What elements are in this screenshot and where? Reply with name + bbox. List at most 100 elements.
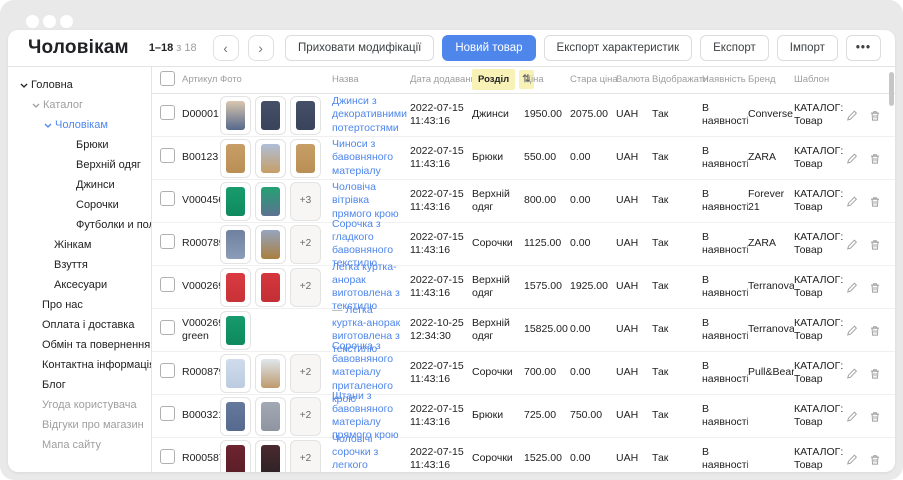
sidebar-item[interactable]: Верхній одяг [8, 155, 151, 175]
sidebar-item[interactable]: Головна [8, 75, 151, 95]
pagination-next-button[interactable]: › [248, 35, 274, 61]
product-photo[interactable] [220, 96, 251, 135]
column-header-section-sorted[interactable]: Розділ [472, 69, 515, 90]
product-photo[interactable] [255, 440, 286, 473]
visible-cell: Так [652, 194, 702, 207]
product-photo[interactable] [255, 96, 286, 135]
delete-icon[interactable] [869, 453, 881, 466]
edit-icon[interactable] [846, 410, 858, 423]
product-name-link[interactable]: Чоловічі сорочки з легкого текстилю [332, 433, 378, 472]
brand-cell: Forever 21 [748, 188, 794, 214]
window-control-dot[interactable] [43, 15, 56, 28]
product-photo[interactable] [220, 139, 251, 178]
edit-icon[interactable] [846, 109, 858, 122]
sidebar-item[interactable]: Жінкам [8, 235, 151, 255]
row-checkbox[interactable] [160, 191, 175, 206]
product-photo[interactable] [220, 354, 251, 393]
product-photo[interactable] [220, 440, 251, 473]
row-actions [846, 281, 895, 294]
edit-icon[interactable] [846, 152, 858, 165]
product-photo[interactable] [255, 182, 286, 221]
sidebar-item[interactable]: Чоловікам [8, 115, 151, 135]
product-photo[interactable] [255, 354, 286, 393]
export-button[interactable]: Експорт [700, 35, 769, 61]
product-photo[interactable] [255, 268, 286, 307]
sidebar-item[interactable]: Мапа сайту [8, 435, 151, 455]
sidebar-item[interactable]: Каталог [8, 95, 151, 115]
import-button[interactable]: Імпорт [777, 35, 838, 61]
sidebar-item[interactable]: Джинси [8, 175, 151, 195]
sidebar-item-label: Верхній одяг [76, 159, 141, 171]
sidebar-item[interactable]: Брюки [8, 135, 151, 155]
product-photo[interactable] [290, 139, 321, 178]
product-name-link[interactable]: Чиноси з бавовняного матеріалу [332, 138, 393, 176]
sidebar-item-label: Головна [31, 79, 73, 91]
row-checkbox[interactable] [160, 234, 175, 249]
delete-icon[interactable] [869, 367, 881, 380]
sidebar-item-label: Мапа сайту [42, 439, 101, 451]
row-checkbox[interactable] [160, 148, 175, 163]
delete-icon[interactable] [869, 281, 881, 294]
sidebar-item[interactable]: Оплата і доставка [8, 315, 151, 335]
product-photo[interactable] [255, 139, 286, 178]
section-cell: Сорочки [472, 452, 524, 465]
row-checkbox[interactable] [160, 406, 175, 421]
sku-cell: V000269 [182, 280, 220, 293]
sidebar-item[interactable]: Блог [8, 375, 151, 395]
sidebar-item[interactable]: Футболки и поло [8, 215, 151, 235]
edit-icon[interactable] [846, 195, 858, 208]
new-product-button[interactable]: Новий товар [442, 35, 535, 61]
row-checkbox[interactable] [160, 320, 175, 335]
hide-modifications-button[interactable]: Приховати модифікації [285, 35, 434, 61]
product-photo[interactable] [220, 311, 251, 350]
template-cell: КАТАЛОГ: Товар [794, 360, 846, 386]
product-photo[interactable] [220, 397, 251, 436]
scrollbar-thumb[interactable] [889, 72, 894, 106]
sidebar-item[interactable]: Сорочки [8, 195, 151, 215]
edit-icon[interactable] [846, 453, 858, 466]
sidebar-item[interactable]: Аксесуари [8, 275, 151, 295]
row-checkbox[interactable] [160, 449, 175, 464]
product-photo[interactable] [220, 225, 251, 264]
edit-icon[interactable] [846, 238, 858, 251]
chevron-down-icon [20, 83, 28, 88]
product-photo[interactable] [220, 268, 251, 307]
price-cell: 1950.00 [524, 108, 570, 121]
currency-cell: UAH [616, 452, 652, 465]
delete-icon[interactable] [869, 109, 881, 122]
price-cell: 800.00 [524, 194, 570, 207]
product-photo[interactable] [255, 225, 286, 264]
sidebar-item[interactable]: Відгуки про магазин [8, 415, 151, 435]
export-characteristics-button[interactable]: Експорт характеристик [544, 35, 693, 61]
select-all-checkbox[interactable] [160, 71, 175, 86]
delete-icon[interactable] [869, 324, 881, 337]
window-control-dot[interactable] [26, 15, 39, 28]
sku-cell: R000789 [182, 237, 220, 250]
product-photo[interactable] [290, 96, 321, 135]
product-name-link[interactable]: Чоловіча вітрівка прямого крою [332, 181, 399, 219]
product-name-link[interactable]: Джинси з декоративними потертостями [332, 95, 407, 133]
row-actions [846, 453, 895, 466]
sidebar-item[interactable]: Угода користувача [8, 395, 151, 415]
sidebar-item[interactable]: Про нас [8, 295, 151, 315]
delete-icon[interactable] [869, 410, 881, 423]
pagination-prev-button[interactable]: ‹ [213, 35, 239, 61]
edit-icon[interactable] [846, 281, 858, 294]
edit-icon[interactable] [846, 367, 858, 380]
brand-cell: Converse [748, 108, 794, 121]
window-control-dot[interactable] [60, 15, 73, 28]
product-photo[interactable] [255, 397, 286, 436]
delete-icon[interactable] [869, 238, 881, 251]
delete-icon[interactable] [869, 152, 881, 165]
delete-icon[interactable] [869, 195, 881, 208]
row-checkbox[interactable] [160, 277, 175, 292]
sidebar-item[interactable]: Обмін та повернення [8, 335, 151, 355]
row-checkbox[interactable] [160, 105, 175, 120]
edit-icon[interactable] [846, 324, 858, 337]
sidebar-item[interactable]: Контактна інформація [8, 355, 151, 375]
sidebar-item[interactable]: Взуття [8, 255, 151, 275]
row-checkbox[interactable] [160, 363, 175, 378]
product-photo[interactable] [220, 182, 251, 221]
more-actions-button[interactable]: ••• [846, 35, 881, 61]
currency-cell: UAH [616, 108, 652, 121]
